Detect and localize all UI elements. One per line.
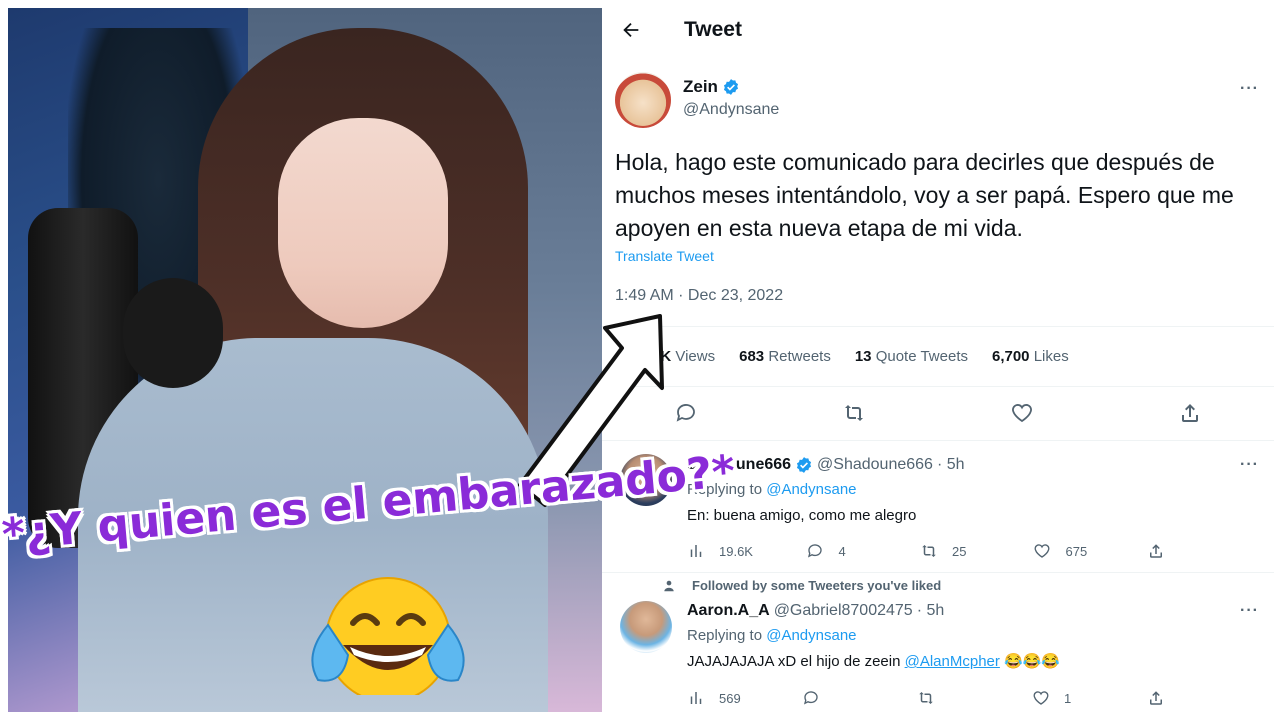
share-icon	[1149, 544, 1162, 558]
views-action[interactable]: 569	[687, 689, 747, 707]
like-icon	[1035, 544, 1050, 558]
tweet-text: Hola, hago este comunicado para decirles…	[615, 149, 1234, 241]
retweets-stat[interactable]: 683 Retweets	[739, 348, 831, 365]
like-icon	[1033, 691, 1049, 705]
reply-author-row: Aaron.A_A @Gabriel87002475 · 5h	[687, 602, 944, 620]
like-action[interactable]: 675	[1033, 542, 1093, 560]
more-options-icon[interactable]: ···	[1240, 80, 1259, 98]
author-handle[interactable]: @Andynsane	[683, 101, 779, 119]
author-avatar[interactable]	[615, 72, 671, 128]
verified-badge-icon	[723, 79, 739, 95]
retweet-icon	[922, 545, 936, 557]
author-name-row[interactable]: Zein	[683, 77, 779, 97]
translate-tweet-link[interactable]: Translate Tweet	[615, 248, 714, 264]
quote-tweets-stat[interactable]: 13 Quote Tweets	[855, 348, 968, 365]
reply-icon	[803, 691, 818, 705]
reply-action[interactable]	[802, 689, 862, 707]
share-action[interactable]	[1147, 689, 1167, 707]
more-options-icon[interactable]: ···	[1240, 602, 1259, 620]
like-action[interactable]: 1	[1032, 689, 1092, 707]
divider	[602, 386, 1274, 387]
page-title: Tweet	[684, 18, 742, 41]
retweet-action[interactable]	[917, 689, 977, 707]
person-icon	[664, 580, 674, 591]
tweet-actions	[602, 401, 1274, 425]
mention-link[interactable]: @AlanMcpher	[905, 653, 1000, 670]
reply-author-handle[interactable]: @Shadoune666	[817, 456, 933, 474]
reply-author-name[interactable]: Aaron.A_A	[687, 602, 770, 620]
divider	[602, 572, 1274, 573]
microphone-foam	[123, 278, 223, 388]
more-options-icon[interactable]: ···	[1240, 456, 1259, 474]
social-context: Followed by some Tweeters you've liked	[662, 578, 941, 593]
tweet-timestamp[interactable]: 1:49 AM · Dec 23, 2022	[615, 287, 783, 305]
like-icon[interactable]	[1010, 401, 1034, 425]
reply-author-handle[interactable]: @Gabriel87002475	[774, 602, 913, 620]
share-icon	[1150, 691, 1162, 705]
replying-to: Replying to @Andynsane	[687, 627, 857, 644]
retweet-icon	[919, 692, 933, 704]
verified-badge-icon	[796, 457, 812, 473]
divider	[602, 440, 1274, 441]
replying-to-link[interactable]: @Andynsane	[766, 627, 856, 644]
share-icon[interactable]	[1178, 401, 1202, 425]
reply-text: JAJAJAJAJA xD el hijo de zeein @AlanMcph…	[687, 653, 1061, 670]
divider	[602, 326, 1274, 327]
likes-stat[interactable]: 6,700 Likes	[992, 348, 1069, 365]
tweet-page: Tweet Zein @Andynsane ··· Hola, hago est…	[602, 0, 1280, 720]
share-action[interactable]	[1147, 542, 1167, 560]
retweet-action[interactable]: 25	[920, 542, 980, 560]
retweet-icon[interactable]	[842, 401, 866, 425]
author-name[interactable]: Zein	[683, 77, 718, 97]
reply-time[interactable]: · 5h	[937, 456, 965, 474]
reply-time[interactable]: · 5h	[917, 602, 945, 620]
author-block: Zein @Andynsane	[683, 77, 779, 119]
face	[278, 118, 448, 328]
reply-action[interactable]: 4	[806, 542, 866, 560]
reply-avatar[interactable]	[620, 601, 672, 653]
tweet-stats: 8K Views 683 Retweets 13 Quote Tweets 6,…	[652, 348, 1069, 365]
tweet-header: Tweet	[620, 14, 742, 46]
reply-actions: 569 1	[687, 689, 1167, 707]
views-icon	[690, 692, 702, 704]
back-arrow-icon[interactable]	[620, 19, 642, 41]
reply-icon	[808, 544, 823, 558]
